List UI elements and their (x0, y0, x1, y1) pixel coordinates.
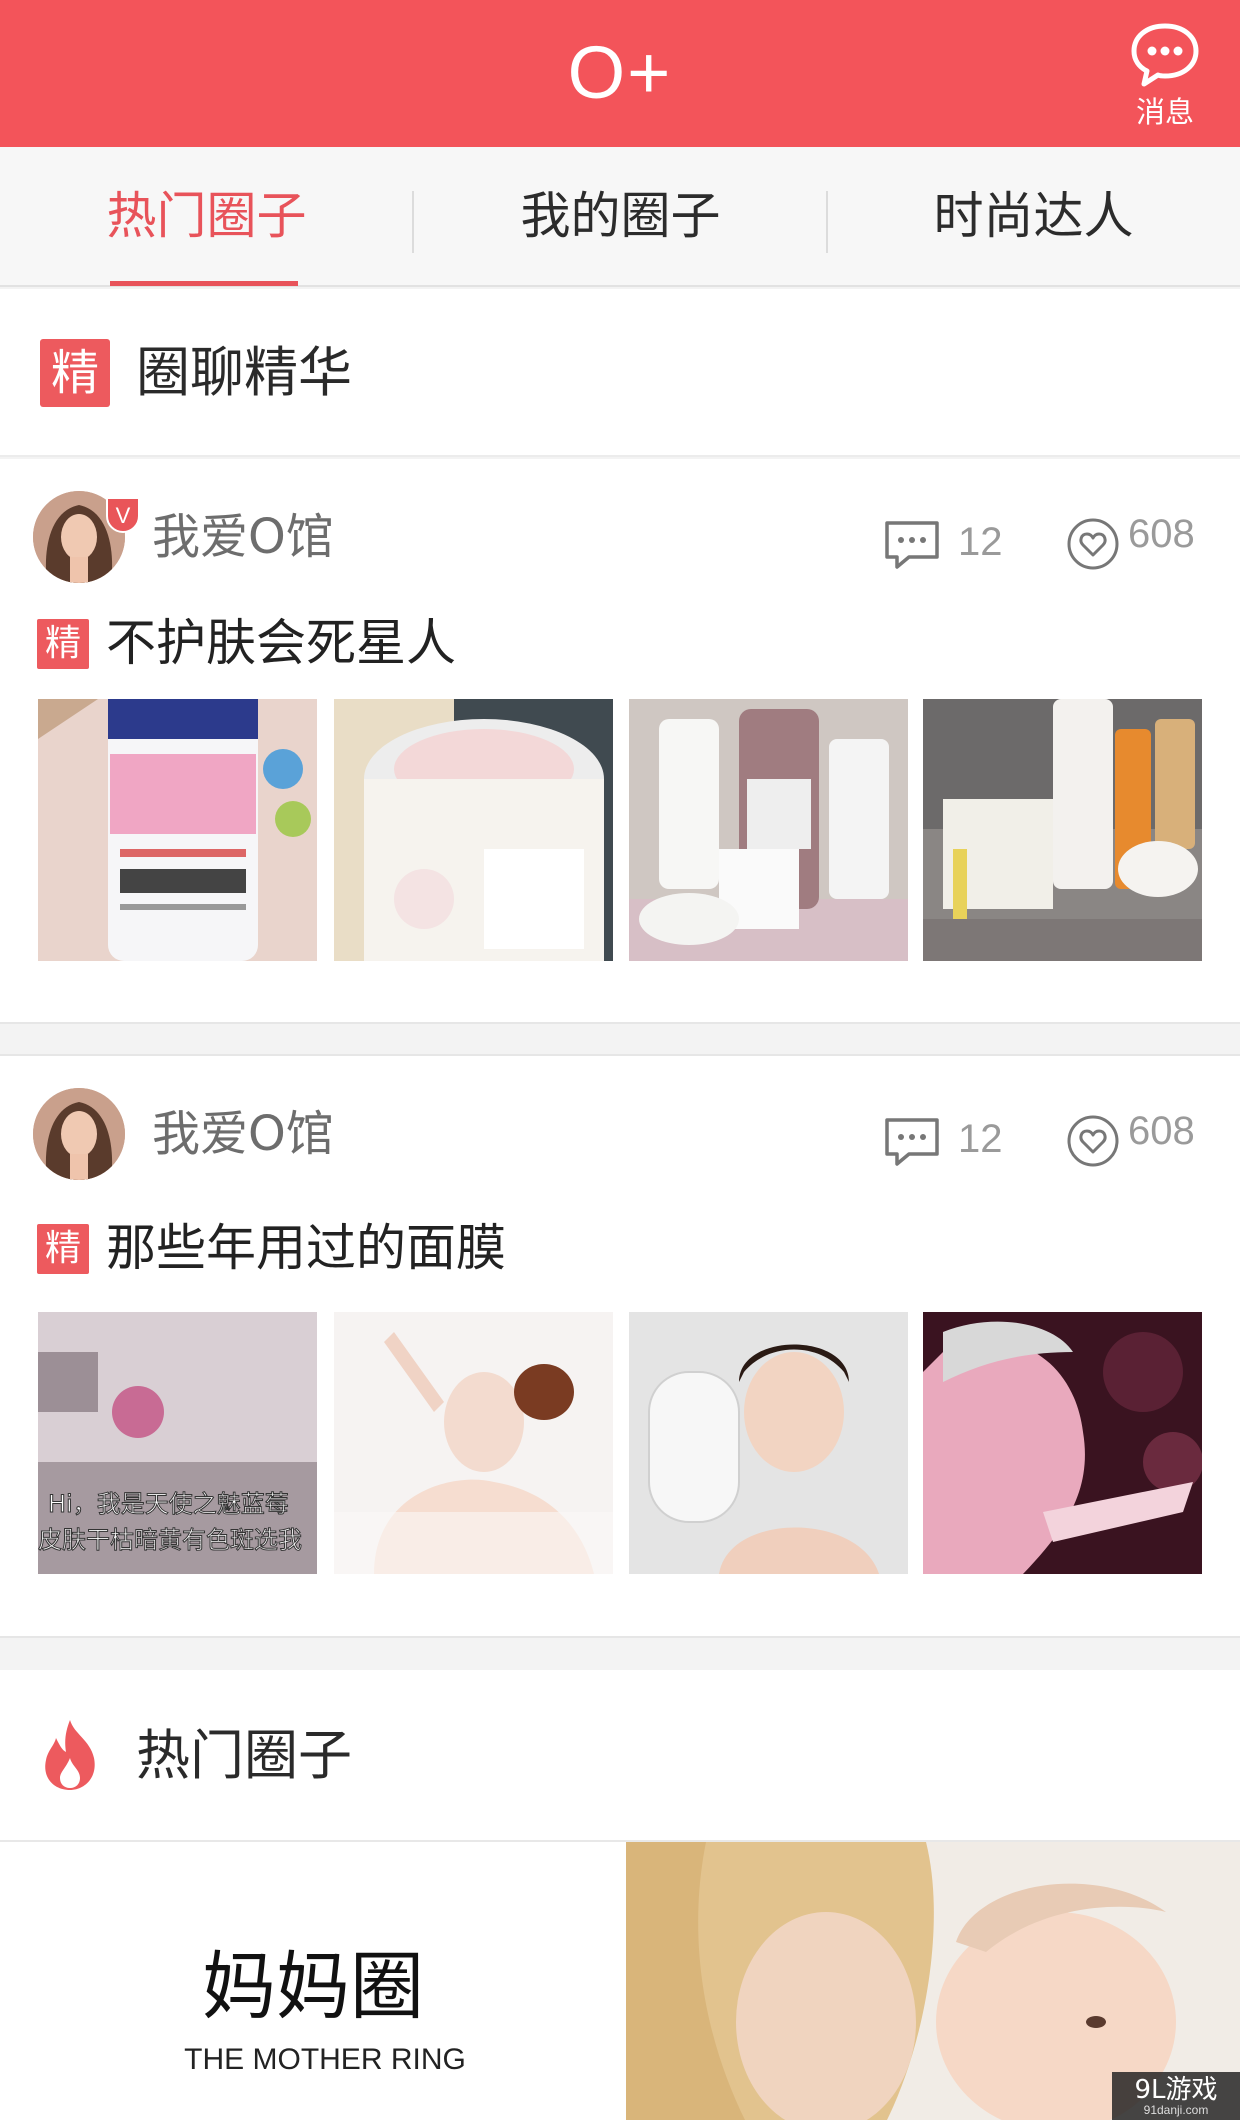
watermark-main: 9L游戏 (1134, 2075, 1218, 2105)
comment-icon[interactable] (883, 1116, 941, 1168)
post-featured-badge: 精 (37, 619, 89, 669)
circle-banner-mother-ring[interactable]: 妈妈圈 THE MOTHER RING (0, 1840, 1240, 2120)
message-button[interactable]: 消息 (1120, 22, 1210, 134)
mask-caption-line2: 皮肤干枯暗黄有色斑选我 (38, 1526, 302, 1554)
like-count: 608 (1128, 512, 1195, 556)
app-title: O+ (567, 31, 673, 114)
post-title[interactable]: 那些年用过的面膜 (106, 1214, 506, 1282)
active-tab-indicator (110, 281, 298, 286)
like-count: 608 (1128, 1109, 1195, 1153)
heart-icon[interactable] (1066, 517, 1120, 571)
avatar[interactable] (33, 1088, 125, 1180)
tab-fashion-experts[interactable]: 时尚达人 (827, 147, 1240, 285)
app-header: O+ 消息 (0, 0, 1240, 147)
author-name[interactable]: 我爱O馆 (152, 509, 334, 565)
tab-bar: 热门圈子 我的圈子 时尚达人 (0, 147, 1240, 287)
tab-hot-circles[interactable]: 热门圈子 (0, 147, 413, 285)
post-card[interactable]: 我爱O馆 12 608 精 那些年用过的面膜 Hi，我是天使之魅蓝莓 皮肤干枯暗… (0, 1054, 1240, 1638)
comment-icon[interactable] (883, 519, 941, 571)
message-label: 消息 (1135, 95, 1194, 129)
post-image-facial-cream[interactable] (334, 699, 613, 961)
post-image-skincare-toner[interactable] (38, 699, 317, 961)
banner-title: 妈妈圈 (202, 1944, 424, 2030)
post-image-woman-holding-mask[interactable] (629, 1312, 908, 1574)
hot-circles-section-header: 热门圈子 (0, 1670, 1240, 1840)
post-image-caudalie-set[interactable] (923, 699, 1202, 961)
hot-circles-title: 热门圈子 (136, 1724, 352, 1787)
comment-count: 12 (958, 1117, 1003, 1161)
comment-count: 12 (958, 520, 1003, 564)
post-image-woman-applying-mask[interactable] (334, 1312, 613, 1574)
site-watermark: 9L游戏 91danji.com (1112, 2072, 1240, 2120)
post-featured-badge: 精 (37, 1224, 89, 1274)
chat-bubble-icon (1131, 23, 1199, 87)
flame-icon (45, 1720, 95, 1790)
post-card[interactable]: V 我爱O馆 12 608 精 不护肤会死星人 (0, 459, 1240, 1024)
post-image-kiehls-products[interactable] (629, 699, 908, 961)
featured-section-title: 圈聊精华 (136, 341, 352, 404)
heart-icon[interactable] (1066, 1114, 1120, 1168)
featured-badge: 精 (40, 339, 110, 407)
post-image-woman-peeling-mask[interactable] (923, 1312, 1202, 1574)
verified-badge: V (106, 497, 140, 533)
tab-my-circles[interactable]: 我的圈子 (414, 147, 827, 285)
post-title[interactable]: 不护肤会死星人 (106, 609, 456, 677)
post-image-mask-package[interactable]: Hi，我是天使之魅蓝莓 皮肤干枯暗黄有色斑选我 (38, 1312, 317, 1574)
watermark-sub: 91danji.com (1143, 2103, 1209, 2117)
banner-subtitle: THE MOTHER RING (184, 2043, 466, 2076)
author-name[interactable]: 我爱O馆 (152, 1106, 334, 1162)
mask-caption-line1: Hi，我是天使之魅蓝莓 (48, 1490, 289, 1518)
featured-section-header: 精 圈聊精华 (0, 289, 1240, 457)
